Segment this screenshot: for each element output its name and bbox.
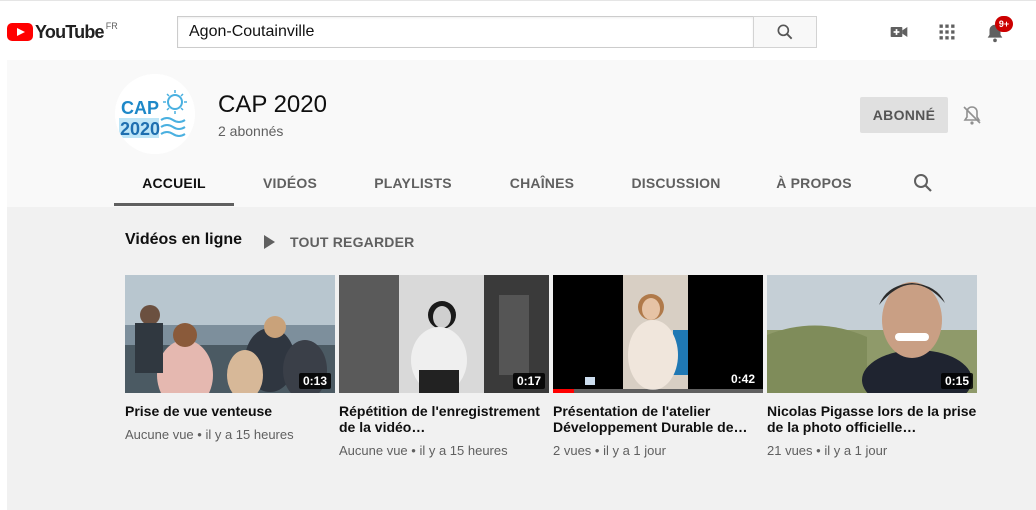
video-card[interactable]: 0:17 Répétition de l'enregistrement de l… xyxy=(339,275,549,459)
video-title[interactable]: Nicolas Pigasse lors de la prise de la p… xyxy=(767,403,977,435)
subscribed-button[interactable]: ABONNÉ xyxy=(860,97,948,133)
upload-age: il y a 1 jour xyxy=(824,443,888,458)
video-card[interactable]: 0:15 Nicolas Pigasse lors de la prise de… xyxy=(767,275,977,459)
video-duration: 0:13 xyxy=(298,373,331,389)
video-title[interactable]: Répétition de l'enregistrement de la vid… xyxy=(339,403,549,435)
video-duration: 0:15 xyxy=(940,373,973,389)
search-input[interactable] xyxy=(177,16,753,48)
video-title[interactable]: Présentation de l'atelier Développement … xyxy=(553,403,763,435)
svg-text:CAP: CAP xyxy=(121,98,159,118)
notification-badge: 9+ xyxy=(995,16,1013,32)
video-thumbnail[interactable]: 0:17 xyxy=(339,275,549,393)
search-icon xyxy=(777,24,793,40)
view-count: Aucune vue xyxy=(125,427,194,442)
channel-search-button[interactable] xyxy=(911,171,935,195)
video-meta: Aucune vue • il y a 15 heures xyxy=(339,443,508,458)
notification-settings-button[interactable] xyxy=(960,103,984,127)
video-card[interactable]: 0:13 Prise de vue venteuse Aucune vue • … xyxy=(125,275,335,443)
video-meta: 21 vues • il y a 1 jour xyxy=(767,443,888,458)
upload-age: il y a 1 jour xyxy=(603,443,666,458)
subscriber-count: 2 abonnés xyxy=(218,123,284,139)
cap2020-logo: CAP 2020 xyxy=(115,74,195,154)
tab-discussion[interactable]: DISCUSSION xyxy=(620,160,732,206)
video-camera-add-icon xyxy=(890,27,908,37)
search-icon xyxy=(914,174,932,192)
view-count: 2 vues xyxy=(553,443,592,458)
tab-accueil[interactable]: ACCUEIL xyxy=(114,160,234,206)
channel-name: CAP 2020 xyxy=(218,91,327,118)
create-video-button[interactable] xyxy=(887,20,911,44)
svg-text:2020: 2020 xyxy=(120,119,160,139)
upload-age: il y a 15 heures xyxy=(419,443,508,458)
channel-avatar[interactable]: CAP 2020 xyxy=(115,74,195,154)
apps-button[interactable] xyxy=(935,20,959,44)
play-all-button[interactable]: TOUT REGARDER xyxy=(264,234,414,250)
upload-age: il y a 15 heures xyxy=(205,427,294,442)
tab-videos[interactable]: VIDÉOS xyxy=(234,160,346,206)
video-duration: 0:17 xyxy=(512,373,545,389)
video-meta: Aucune vue • il y a 15 heures xyxy=(125,427,294,442)
video-meta: 2 vues • il y a 1 jour xyxy=(553,443,666,458)
bell-off-icon xyxy=(963,106,981,125)
tab-a-propos[interactable]: À PROPOS xyxy=(764,160,864,206)
tab-chaines[interactable]: CHAÎNES xyxy=(492,160,592,206)
play-all-label: TOUT REGARDER xyxy=(290,234,415,250)
apps-grid-icon xyxy=(939,24,955,40)
video-card[interactable]: 0:42 Présentation de l'atelier Développe… xyxy=(553,275,763,459)
video-title[interactable]: Prise de vue venteuse xyxy=(125,403,335,419)
top-bar: YouTube FR 9+ xyxy=(0,0,1036,60)
video-thumbnail[interactable]: 0:13 xyxy=(125,275,335,393)
video-thumbnail[interactable]: 0:42 xyxy=(553,275,763,393)
logo-text: YouTube xyxy=(35,22,105,42)
youtube-play-icon xyxy=(7,23,33,41)
search-button[interactable] xyxy=(753,16,817,48)
section-title[interactable]: Vidéos en ligne xyxy=(125,231,242,249)
play-icon xyxy=(264,235,275,249)
view-count: 21 vues xyxy=(767,443,813,458)
tab-playlists[interactable]: PLAYLISTS xyxy=(358,160,468,206)
search-bar xyxy=(177,16,817,48)
video-duration: 0:42 xyxy=(726,371,759,387)
video-thumbnail[interactable]: 0:15 xyxy=(767,275,977,393)
region-code: FR xyxy=(105,21,118,31)
youtube-logo[interactable]: YouTube FR xyxy=(7,19,118,45)
watch-progress-track xyxy=(553,389,763,393)
view-count: Aucune vue xyxy=(339,443,408,458)
watch-progress-fill xyxy=(553,389,574,393)
